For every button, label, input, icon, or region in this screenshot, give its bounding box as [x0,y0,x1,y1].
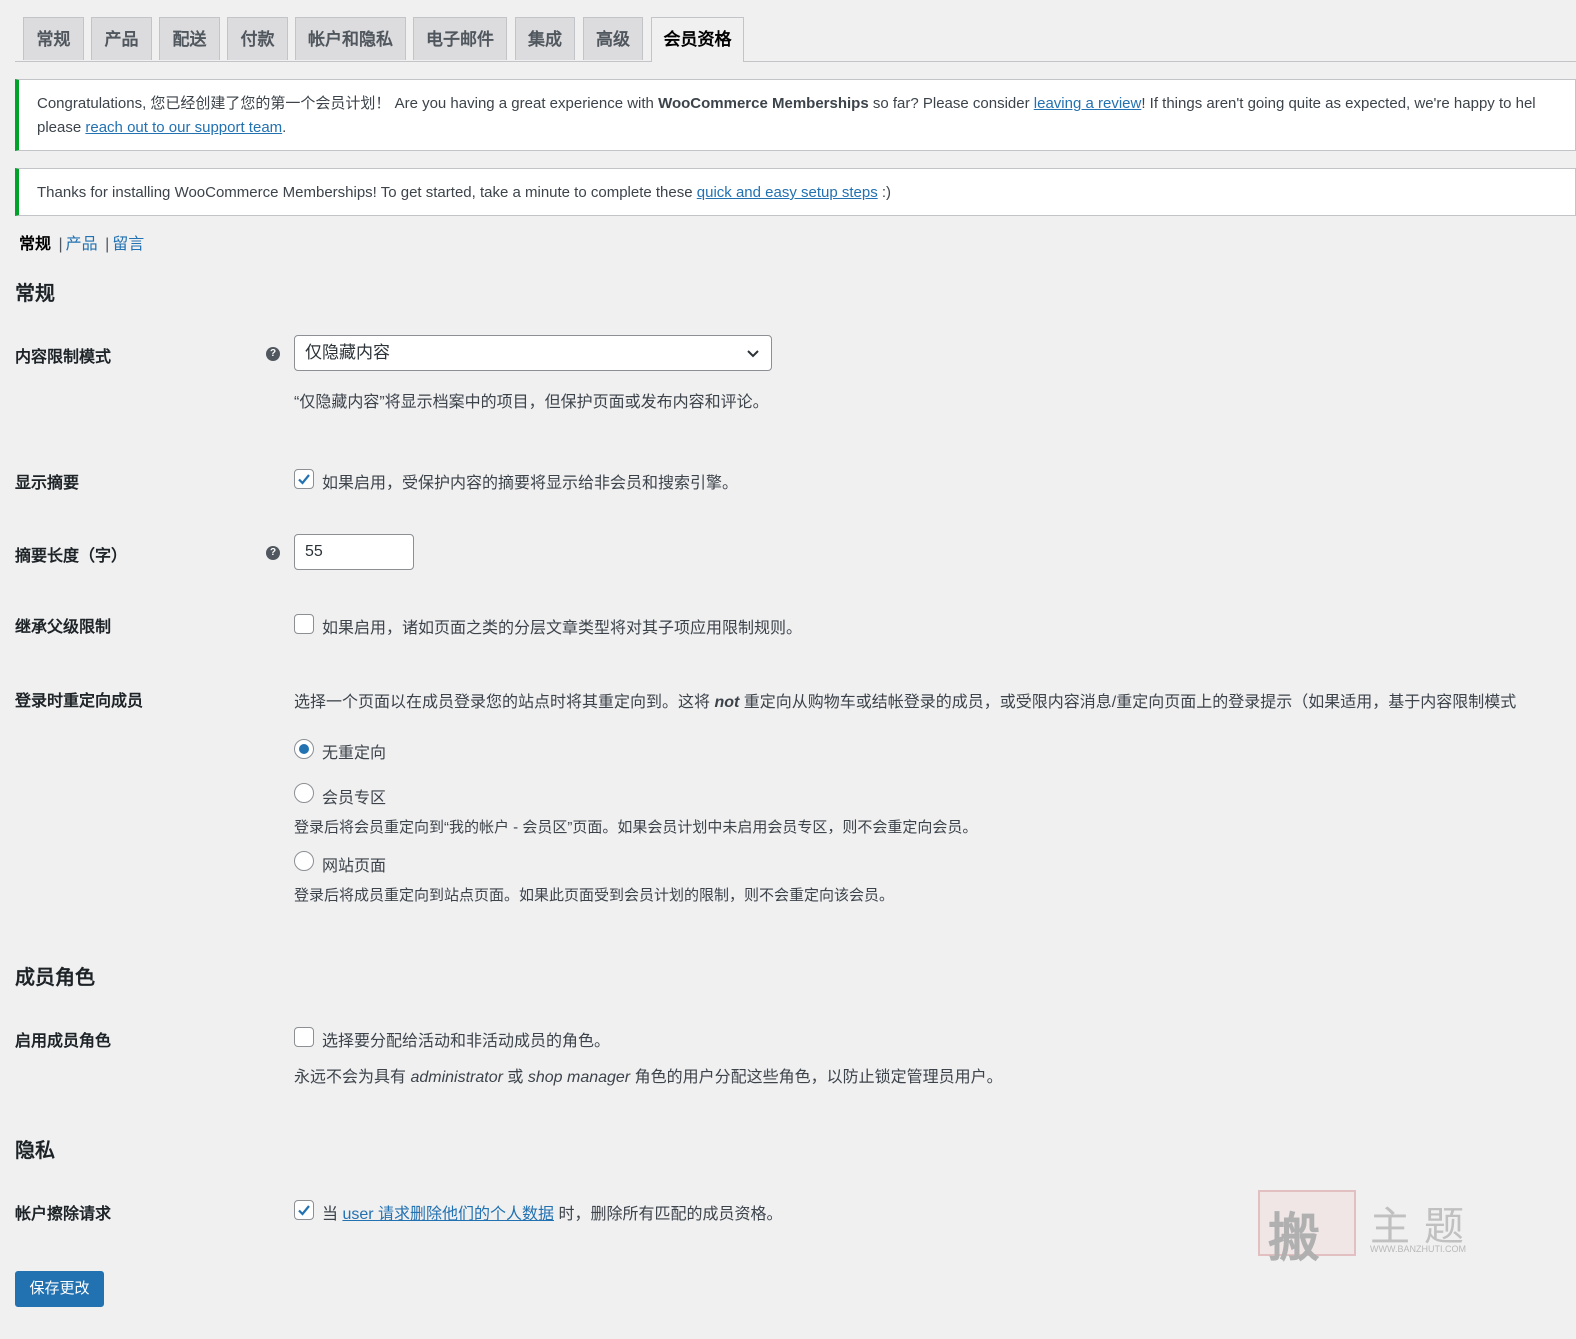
login-redirect-desc-before: 选择一个页面以在成员登录您的站点时将其重定向到。这将 [294,694,715,711]
restriction-mode-description: “仅隐藏内容”将显示档案中的项目，但保护页面或发布内容和评论。 [294,394,769,411]
excerpt-length-input[interactable]: 55 [294,534,414,570]
radio-members-area[interactable] [294,783,314,803]
settings-tabs: 常规 产品 配送 付款 帐户和隐私 电子邮件 集成 高级 会员资格 [15,17,1576,62]
member-roles-note-before: 永远不会为具有 [294,1069,411,1086]
checkmark-icon [298,1205,310,1216]
inherit-restrictions-text: 如果启用，诸如页面之类的分层文章类型将对其子项应用限制规则。 [322,620,803,637]
section-title-roles: 成员角色 [15,967,95,989]
radio-no-redirect[interactable] [294,739,314,759]
inherit-restrictions-label: 继承父级限制 [15,619,112,636]
tab-payments[interactable]: 付款 [227,17,288,60]
subnav-separator: | [58,236,63,253]
help-icon[interactable]: ? [266,546,280,560]
role-shop-manager: shop manager [527,1069,631,1086]
erasure-text-after: 时，删除所有匹配的成员资格。 [554,1206,783,1223]
tab-products[interactable]: 产品 [91,17,152,60]
radio-site-page[interactable] [294,851,314,871]
section-subnav: 常规 | 产品 | 留言 [19,230,144,254]
congrats-text-4: please [37,119,86,136]
congrats-text: Congratulations, 您已经创建了您的第一个会员计划！ Are yo… [37,95,659,112]
login-redirect-desc-after: 重定向从购物车或结帐登录的成员，或受限内容消息/重定向页面上的登录提示（如果适用… [739,694,1517,711]
subnav-messages[interactable]: 留言 [112,236,144,253]
login-redirect-label: 登录时重定向成员 [15,693,144,710]
erasure-label: 帐户擦除请求 [15,1206,112,1223]
install-text-2: :) [877,184,892,201]
member-roles-note-mid: 或 [502,1069,528,1086]
save-changes-button[interactable]: 保存更改 [15,1271,104,1307]
support-team-link[interactable]: reach out to our support team [85,119,282,136]
erasure-checkbox[interactable] [294,1200,314,1220]
subnav-separator: | [105,236,110,253]
erasure-request-link[interactable]: user 请求删除他们的个人数据 [342,1206,554,1223]
show-excerpts-checkbox[interactable] [294,469,314,489]
congrats-text-5: . [282,119,287,136]
login-redirect-desc-em: not [714,694,740,711]
role-administrator: administrator [410,1069,503,1086]
member-roles-text: 选择要分配给活动和非活动成员的角色。 [322,1033,611,1050]
tab-integration[interactable]: 集成 [515,17,575,60]
radio-members-area-help: 登录后将会员重定向到“我的帐户 - 会员区”页面。如果会员计划中未启用会员专区，… [294,819,978,836]
excerpt-length-label: 摘要长度（字） [15,548,128,565]
radio-site-page-help: 登录后将成员重定向到站点页面。如果此页面受到会员计划的限制，则不会重定向该会员。 [294,887,895,904]
checkmark-icon [298,474,310,485]
congrats-notice: Congratulations, 您已经创建了您的第一个会员计划！ Are yo… [15,79,1576,151]
radio-site-page-label: 网站页面 [322,858,387,875]
congrats-text-2: so far? Please consider [868,95,1034,112]
watermark-url: WWW.BANZHUTI.COM [1370,1244,1466,1254]
section-title-privacy: 隐私 [15,1140,55,1162]
tab-general[interactable]: 常规 [23,17,84,60]
tab-memberships[interactable]: 会员资格 [651,17,744,62]
login-redirect-description: 选择一个页面以在成员登录您的站点时将其重定向到。这将 not 重定向从购物车或结… [294,688,1516,712]
chevron-down-icon [747,350,759,358]
erasure-text: 当 user 请求删除他们的个人数据 时，删除所有匹配的成员资格。 [322,1200,782,1224]
congrats-text-3: ! If things aren't going quite as expect… [1141,95,1536,112]
subnav-current: 常规 [19,236,52,253]
setup-steps-link[interactable]: quick and easy setup steps [697,184,878,201]
restriction-mode-value: 仅隐藏内容 [305,343,390,362]
watermark-seal-char: 搬 [1268,1208,1321,1269]
restriction-mode-label: 内容限制模式 [15,349,112,366]
show-excerpts-label: 显示摘要 [15,475,80,492]
tab-accounts-privacy[interactable]: 帐户和隐私 [295,17,406,60]
member-roles-label: 启用成员角色 [15,1033,112,1050]
member-roles-note: 永远不会为具有 administrator 或 shop manager 角色的… [294,1063,1003,1087]
congrats-line-2: please reach out to our support team. [37,116,1557,140]
section-title-general: 常规 [15,283,55,305]
restriction-mode-select[interactable]: 仅隐藏内容 [294,335,772,371]
member-roles-note-after: 角色的用户分配这些角色，以防止锁定管理员用户。 [630,1069,1003,1086]
congrats-line-1: Congratulations, 您已经创建了您的第一个会员计划！ Are yo… [37,92,1557,116]
watermark-seal: 搬 [1258,1190,1356,1269]
member-roles-checkbox[interactable] [294,1027,314,1047]
help-icon[interactable]: ? [266,347,280,361]
tab-emails[interactable]: 电子邮件 [413,17,507,60]
radio-members-area-label: 会员专区 [322,790,387,807]
radio-no-redirect-label: 无重定向 [322,745,387,762]
tab-shipping[interactable]: 配送 [159,17,220,60]
product-name: WooCommerce Memberships [658,95,869,112]
show-excerpts-text: 如果启用，受保护内容的摘要将显示给非会员和搜索引擎。 [322,475,739,492]
erasure-text-before: 当 [322,1206,343,1223]
install-notice: Thanks for installing WooCommerce Member… [15,168,1576,216]
install-text: Thanks for installing WooCommerce Member… [37,184,697,201]
leave-review-link[interactable]: leaving a review [1034,95,1142,112]
tab-advanced[interactable]: 高级 [583,17,643,60]
subnav-products[interactable]: 产品 [66,236,98,253]
watermark-logo: 搬 主题 WWW.BANZHUTI.COM [1258,1190,1488,1269]
inherit-restrictions-checkbox[interactable] [294,614,314,634]
